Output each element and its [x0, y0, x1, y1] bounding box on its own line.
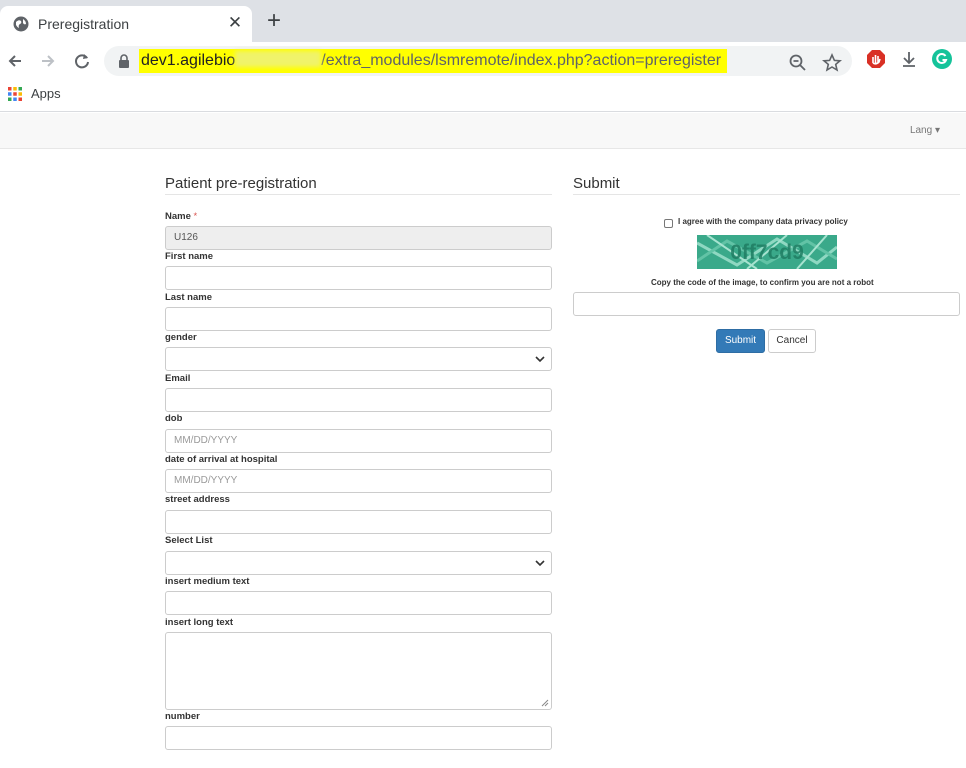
submit-button[interactable]: Submit — [716, 329, 765, 353]
submit-title-divider — [573, 194, 960, 195]
dob-field[interactable]: MM/DD/YYYY — [165, 429, 552, 453]
lock-icon — [119, 54, 129, 68]
email-field[interactable] — [165, 388, 552, 412]
dob-label: dob — [165, 413, 183, 424]
gender-label: gender — [165, 332, 197, 343]
cancel-button[interactable]: Cancel — [768, 329, 816, 353]
apps-grid-icon[interactable] — [8, 87, 22, 101]
submit-title: Submit — [573, 175, 620, 192]
grammarly-icon[interactable] — [931, 48, 953, 70]
reload-icon[interactable] — [71, 50, 93, 72]
url-text[interactable]: dev1.agilebio/extra_modules/lsmremote/in… — [139, 49, 728, 73]
address-bar[interactable]: dev1.agilebio/extra_modules/lsmremote/in… — [104, 46, 852, 76]
first-name-field[interactable] — [165, 266, 552, 290]
tab-strip: Preregistration ✕ + — [0, 0, 966, 42]
street-address-field[interactable] — [165, 510, 552, 534]
medium-text-field[interactable] — [165, 591, 552, 615]
page-navbar: Lang ▾ — [0, 113, 966, 149]
chevron-down-icon — [535, 356, 545, 363]
number-label: number — [165, 711, 200, 722]
form-title-divider — [165, 194, 552, 195]
name-value: U126 — [174, 232, 198, 243]
forward-icon[interactable] — [37, 50, 59, 72]
form-title: Patient pre-registration — [165, 175, 317, 192]
resize-handle-icon[interactable] — [541, 699, 549, 707]
lang-label: Lang — [909, 125, 933, 136]
first-name-label: First name — [165, 251, 214, 262]
captcha-image: 0ff7cd9 — [697, 235, 837, 269]
arrival-date-field[interactable]: MM/DD/YYYY — [165, 469, 552, 493]
long-text-area[interactable] — [165, 632, 552, 710]
caret-down-icon: ▾ — [932, 125, 940, 136]
bookmarks-bar: Apps — [0, 80, 966, 112]
required-mark: * — [193, 211, 198, 222]
plus-icon[interactable]: + — [262, 9, 286, 34]
email-label: Email — [165, 373, 191, 384]
dob-placeholder: MM/DD/YYYY — [174, 435, 238, 446]
download-icon[interactable] — [899, 49, 919, 69]
chevron-down-icon — [535, 560, 545, 567]
close-icon[interactable]: ✕ — [226, 14, 244, 32]
url-path: /extra_modules/lsmremote/index.php?actio… — [321, 52, 722, 69]
arrival-label: date of arrival at hospital — [165, 454, 278, 465]
number-field[interactable] — [165, 726, 552, 750]
name-label-text: Name — [165, 211, 191, 222]
last-name-field[interactable] — [165, 307, 552, 331]
browser-tab[interactable]: Preregistration ✕ — [0, 6, 252, 42]
street-label: street address — [165, 494, 230, 505]
globe-icon — [13, 16, 29, 32]
back-icon[interactable] — [4, 50, 26, 72]
adblock-icon[interactable] — [866, 49, 886, 69]
select-list-label: Select List — [165, 535, 213, 546]
redacted-segment — [235, 51, 322, 67]
name-field[interactable]: U126 — [165, 226, 552, 250]
browser-toolbar: dev1.agilebio/extra_modules/lsmremote/in… — [0, 42, 966, 80]
gender-select[interactable] — [165, 347, 552, 371]
privacy-label: I agree with the company data privacy po… — [678, 217, 848, 226]
select-list[interactable] — [165, 551, 552, 575]
lang-dropdown[interactable]: Lang ▾ — [910, 125, 940, 136]
arrival-placeholder: MM/DD/YYYY — [174, 475, 238, 486]
captcha-code: 0ff7cd9 — [730, 241, 804, 264]
name-label: Name * — [165, 211, 197, 222]
url-host: dev1.agilebio — [141, 52, 236, 69]
privacy-checkbox[interactable] — [664, 219, 673, 228]
captcha-instruction: Copy the code of the image, to confirm y… — [651, 278, 874, 287]
captcha-input[interactable] — [573, 292, 960, 316]
tab-title: Preregistration — [38, 16, 130, 32]
medium-text-label: insert medium text — [165, 576, 250, 587]
long-text-label: insert long text — [165, 617, 234, 628]
star-icon[interactable] — [822, 53, 842, 73]
apps-bookmark[interactable]: Apps — [31, 86, 61, 101]
last-name-label: Last name — [165, 292, 212, 303]
zoom-icon[interactable] — [788, 53, 808, 73]
